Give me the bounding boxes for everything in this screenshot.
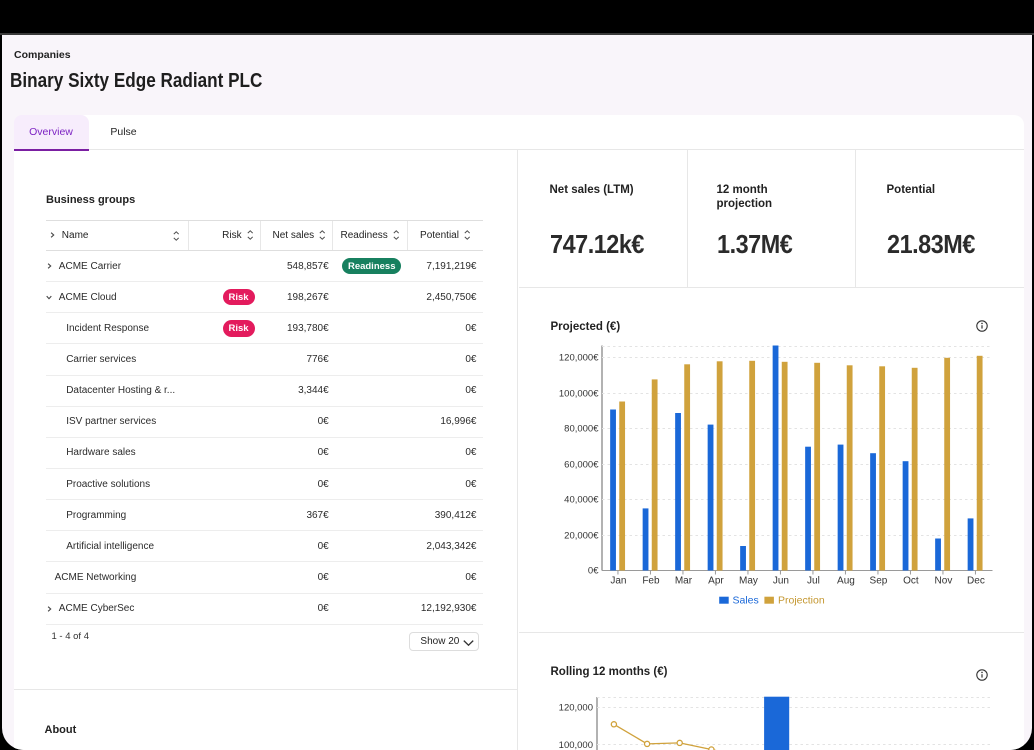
svg-text:Jun: Jun [772, 576, 788, 587]
svg-text:20,000€: 20,000€ [564, 531, 599, 542]
svg-text:Aug: Aug [837, 576, 855, 587]
svg-text:Projection: Projection [778, 595, 825, 607]
svg-text:60,000€: 60,000€ [564, 460, 599, 471]
svg-text:120,000: 120,000 [558, 703, 592, 714]
svg-text:Jul: Jul [807, 576, 820, 587]
svg-text:120,000€: 120,000€ [558, 353, 598, 364]
svg-text:Feb: Feb [642, 576, 660, 587]
svg-text:Jan: Jan [610, 576, 626, 587]
svg-text:Nov: Nov [934, 576, 952, 587]
svg-text:Oct: Oct [903, 576, 919, 587]
svg-text:0€: 0€ [587, 566, 598, 577]
svg-text:80,000€: 80,000€ [564, 424, 599, 435]
svg-text:Apr: Apr [708, 576, 724, 587]
svg-text:100,000: 100,000 [558, 740, 592, 750]
svg-text:Sep: Sep [869, 576, 887, 587]
svg-text:Mar: Mar [674, 576, 692, 587]
svg-text:Sales: Sales [732, 595, 758, 607]
svg-text:40,000€: 40,000€ [564, 495, 599, 506]
svg-text:Dec: Dec [967, 576, 985, 587]
svg-text:100,000€: 100,000€ [558, 389, 598, 400]
svg-text:May: May [738, 576, 757, 587]
